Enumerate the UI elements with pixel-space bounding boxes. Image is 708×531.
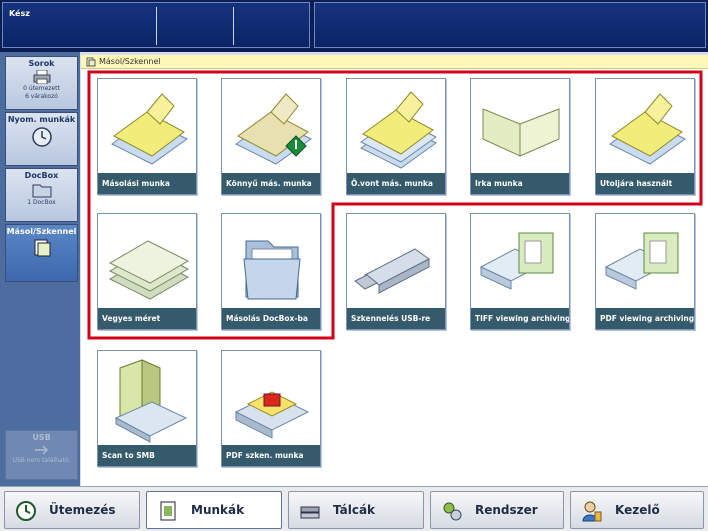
tile-label: Másolás DocBox-ba (222, 308, 320, 329)
sidebar-item-label: Sorok (28, 59, 55, 68)
status-text: Kész (9, 9, 30, 18)
status-divider (156, 7, 157, 45)
docbox-folder-icon (243, 240, 301, 300)
waiting-count: 6 várakozó (25, 93, 58, 100)
scanner-pdf-icon (604, 232, 679, 290)
tile-label: Utoljára használt (596, 173, 694, 194)
nav-trays[interactable]: Tálcák (288, 491, 424, 529)
tile-scan-to-smb[interactable]: Scan to SMB (97, 350, 197, 467)
nav-system[interactable]: Rendszer (430, 491, 564, 529)
tile-last-used[interactable]: Utoljára használt (595, 78, 695, 195)
usb-icon (34, 445, 48, 455)
usb-status: USB nem található. (12, 457, 71, 464)
tile-label: Irka munka (471, 173, 569, 194)
tile-label: Ö.vont más. munka (347, 173, 445, 194)
last-used-icon (609, 93, 686, 165)
booklet-icon (482, 108, 560, 157)
nav-jobs[interactable]: Munkák (146, 491, 282, 529)
tile-label: TIFF viewing archiving (471, 308, 569, 329)
tile-label: PDF viewing archiving (596, 308, 694, 329)
system-icon (443, 502, 462, 521)
combined-copy-icon (360, 91, 437, 169)
nav-label: Tálcák (333, 503, 376, 517)
tile-label: Másolási munka (98, 173, 196, 194)
tile-mixed-size[interactable]: Vegyes méret (97, 213, 197, 330)
tile-tiff-archiving[interactable]: TIFF viewing archiving (470, 213, 570, 330)
sidebar-item-label: Másol/Szkennel (6, 227, 77, 236)
tile-label: Szkennelés USB-re (347, 308, 445, 329)
sidebar-item-queues[interactable]: Sorok 0 ütemezett 6 várakozó (5, 56, 78, 110)
nav-label: Kezelő (615, 503, 660, 517)
sidebar-item-docbox[interactable]: DocBox 1 DocBox (5, 168, 78, 222)
nav-label: Rendszer (475, 503, 538, 517)
nav-label: Ütemezés (49, 503, 116, 517)
sidebar-item-label: Nyom. munkák (7, 115, 76, 124)
nav-label: Munkák (191, 503, 245, 517)
nav-schedule[interactable]: Ütemezés (4, 491, 140, 529)
sidebar-item-label: DocBox (24, 171, 59, 180)
operator-icon (582, 501, 602, 522)
tile-easy-copy-job[interactable]: Könnyű más. munka (221, 78, 321, 195)
usb-drive-icon (354, 248, 430, 294)
printer-icon (33, 70, 50, 84)
sidebar-item-copy-scan[interactable]: Másol/Szkennel (5, 224, 78, 282)
tile-copy-job[interactable]: Másolási munka (97, 78, 197, 195)
message-panel (314, 2, 706, 48)
sidebar-item-usb: USB USB nem található. (5, 430, 78, 480)
tile-label: Vegyes méret (98, 308, 196, 329)
tile-copy-to-docbox[interactable]: Másolás DocBox-ba (221, 213, 321, 330)
folder-icon (32, 184, 51, 198)
tile-pdf-archiving[interactable]: PDF viewing archiving (595, 213, 695, 330)
schedule-icon (16, 501, 36, 521)
sidebar-item-print-jobs[interactable]: Nyom. munkák (5, 112, 78, 166)
app-root: Kész Sorok 0 ütemezett 6 várakozó Nyom. … (0, 0, 708, 531)
tile-label: PDF szken. munka (222, 445, 320, 466)
main-panel: Másol/Szkennel Másolási munka Könnyű más… (81, 55, 708, 486)
tile-booklet-job[interactable]: Irka munka (470, 78, 570, 195)
easy-copy-icon (235, 93, 312, 165)
scheduled-count: 0 ütemezett (23, 85, 60, 92)
sidebar-item-label: USB (32, 433, 51, 442)
status-bar: Kész (0, 0, 708, 52)
trays-icon (300, 506, 320, 519)
sidebar: Sorok 0 ütemezett 6 várakozó Nyom. munká… (0, 52, 80, 486)
jobs-icon (160, 501, 176, 521)
scanner-tiff-icon (479, 232, 554, 290)
tile-label: Scan to SMB (98, 445, 196, 466)
tile-label: Könnyű más. munka (222, 173, 320, 194)
status-divider (233, 7, 234, 45)
bottom-nav: Ütemezés Munkák Tálcák Rendszer Kezelő (0, 486, 708, 531)
nav-operator[interactable]: Kezelő (570, 491, 704, 529)
copy-scan-icon (34, 239, 50, 257)
pdf-scan-icon (234, 391, 310, 439)
docbox-count: 1 DocBox (27, 199, 56, 206)
tile-scan-to-usb[interactable]: Szkennelés USB-re (346, 213, 446, 330)
mixed-size-icon (108, 240, 190, 300)
server-scan-icon (114, 359, 188, 443)
clock-icon (31, 127, 52, 147)
tile-pdf-scan-job[interactable]: PDF szken. munka (221, 350, 321, 467)
copy-job-icon (111, 93, 188, 165)
status-panel: Kész (2, 2, 310, 48)
tile-combined-copy-job[interactable]: Ö.vont más. munka (346, 78, 446, 195)
